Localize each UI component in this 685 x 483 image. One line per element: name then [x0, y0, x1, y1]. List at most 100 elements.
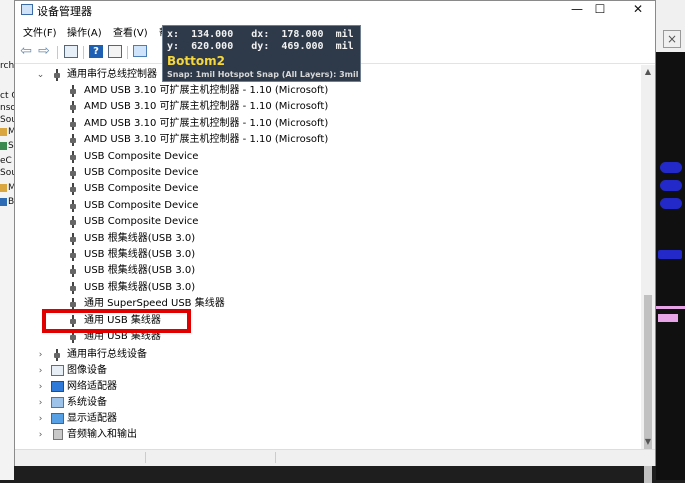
tree-category-usb-devices[interactable]: › 通用串行总线设备: [15, 347, 635, 363]
close-button[interactable]: ✕: [616, 1, 660, 18]
tree-category-label: 通用串行总线控制器: [67, 69, 157, 80]
usb-device-icon: [70, 281, 76, 294]
usb-device-icon: [70, 331, 76, 343]
pcb-coordinate-tooltip: x: 134.000 dx: 178.000 mil y: 620.000 dy…: [162, 25, 361, 82]
device-row[interactable]: USB 根集线器(USB 3.0): [15, 263, 635, 279]
background-text: eC: [0, 156, 12, 166]
tree-category-imaging[interactable]: › 图像设备: [15, 363, 635, 379]
device-label: AMD USB 3.10 可扩展主机控制器 - 1.10 (Microsoft): [84, 101, 329, 113]
device-label: USB 根集线器(USB 3.0): [84, 265, 196, 277]
collapse-chevron-icon[interactable]: ⌄: [36, 70, 45, 80]
device-label: USB Composite Device: [84, 199, 199, 211]
expand-chevron-icon[interactable]: ›: [36, 350, 45, 360]
device-label: USB 根集线器(USB 3.0): [84, 281, 196, 293]
usb-device-icon: [70, 314, 76, 327]
device-manager-icon: [21, 4, 33, 15]
usb-device-icon: [70, 232, 76, 245]
expand-chevron-icon[interactable]: ›: [36, 414, 45, 424]
expand-chevron-icon[interactable]: ›: [36, 430, 45, 440]
toolbar-separator: [127, 46, 128, 59]
menu-action[interactable]: 操作(A): [67, 24, 102, 39]
device-label: USB Composite Device: [84, 183, 199, 195]
back-arrow-icon[interactable]: ⇦: [19, 44, 33, 58]
tree-category-display[interactable]: › 显示适配器: [15, 411, 635, 427]
window-title: 设备管理器: [37, 5, 92, 18]
tree-category-label: 网络适配器: [67, 381, 117, 392]
usb-device-icon: [70, 183, 76, 196]
device-row[interactable]: AMD USB 3.10 可扩展主机控制器 - 1.10 (Microsoft): [15, 83, 635, 99]
toolbar-separator: [57, 46, 58, 59]
device-label: AMD USB 3.10 可扩展主机控制器 - 1.10 (Microsoft): [84, 85, 329, 96]
expand-chevron-icon[interactable]: ›: [36, 382, 45, 392]
usb-device-icon: [70, 265, 76, 278]
help-icon[interactable]: ?: [89, 45, 103, 58]
close-icon: ×: [663, 30, 681, 48]
snap-info: Snap: 1mil Hotspot Snap (All Layers): 3m…: [167, 70, 359, 79]
network-adapter-icon: [51, 381, 64, 392]
scroll-down-icon[interactable]: ▼: [641, 435, 655, 449]
device-row[interactable]: AMD USB 3.10 可扩展主机控制器 - 1.10 (Microsoft): [15, 116, 635, 132]
usb-device-icon: [70, 101, 76, 114]
background-app-right: ×: [656, 0, 685, 480]
device-row[interactable]: USB Composite Device: [15, 149, 635, 165]
device-label: AMD USB 3.10 可扩展主机控制器 - 1.10 (Microsoft): [84, 117, 329, 129]
tree-category-audio[interactable]: › 音频输入和输出: [15, 427, 635, 443]
device-label: 通用 USB 集线器: [84, 314, 161, 326]
device-row[interactable]: 通用 SuperSpeed USB 集线器: [15, 296, 635, 312]
device-label: USB Composite Device: [84, 216, 199, 228]
device-row[interactable]: USB 根集线器(USB 3.0): [15, 247, 635, 263]
folder-icon: [0, 184, 7, 192]
device-label: USB Composite Device: [84, 167, 199, 178]
device-row[interactable]: USB 根集线器(USB 3.0): [15, 280, 635, 296]
pcb-pad: [660, 162, 682, 173]
tree-category-label: 显示适配器: [67, 413, 117, 424]
pcb-canvas: [656, 52, 685, 480]
title-bar[interactable]: 设备管理器 — ☐ ✕: [15, 1, 655, 18]
cursor-y-readout: y: 620.000 dy: 469.000 mil: [167, 41, 354, 52]
device-row[interactable]: AMD USB 3.10 可扩展主机控制器 - 1.10 (Microsoft): [15, 132, 635, 148]
usb-device-icon: [70, 298, 76, 311]
device-row[interactable]: AMD USB 3.10 可扩展主机控制器 - 1.10 (Microsoft): [15, 99, 635, 115]
properties-icon[interactable]: [108, 45, 122, 58]
folder-icon: [0, 142, 7, 150]
show-hide-console-tree-icon[interactable]: [64, 45, 78, 58]
device-row[interactable]: USB 根集线器(USB 3.0): [15, 231, 635, 247]
usb-device-icon: [70, 134, 76, 147]
device-row[interactable]: 通用 USB 集线器: [15, 313, 635, 329]
scan-hardware-icon[interactable]: [133, 45, 147, 57]
scroll-up-icon[interactable]: ▲: [641, 65, 655, 79]
usb-device-icon: [70, 199, 76, 212]
device-label: USB Composite Device: [84, 150, 199, 162]
vertical-scrollbar[interactable]: ▲ ▼: [641, 65, 655, 483]
status-bar: [15, 449, 655, 466]
usb-device-icon: [70, 150, 76, 163]
device-label: USB 根集线器(USB 3.0): [84, 232, 196, 244]
device-row[interactable]: USB Composite Device: [15, 165, 635, 181]
expand-chevron-icon[interactable]: ›: [36, 398, 45, 408]
tree-category-network[interactable]: › 网络适配器: [15, 379, 635, 395]
status-cell: [15, 452, 146, 463]
usb-device-icon: [70, 117, 76, 130]
speaker-icon: [53, 429, 63, 440]
device-row[interactable]: USB Composite Device: [15, 214, 635, 230]
device-row[interactable]: 通用 USB 集线器: [15, 329, 635, 345]
pcb-pad: [660, 180, 682, 191]
status-cell: [145, 452, 276, 463]
background-text: rch: [0, 61, 15, 71]
pcb-pad: [658, 314, 678, 322]
usb-device-icon: [70, 167, 76, 179]
device-row[interactable]: USB Composite Device: [15, 181, 635, 197]
usb-device-icon: [70, 249, 76, 261]
tree-category-system[interactable]: › 系统设备: [15, 395, 635, 411]
menu-view[interactable]: 查看(V): [113, 24, 148, 39]
expand-chevron-icon[interactable]: ›: [36, 366, 45, 376]
pcb-pad: [660, 198, 682, 209]
background-text: S: [8, 141, 14, 151]
toolbar-separator: [83, 46, 84, 59]
background-toolbar: ×: [656, 0, 685, 52]
device-row[interactable]: USB Composite Device: [15, 198, 635, 214]
menu-file[interactable]: 文件(F): [23, 24, 57, 39]
tree-category-label: 图像设备: [67, 365, 107, 376]
device-label: USB 根集线器(USB 3.0): [84, 249, 196, 260]
forward-arrow-icon[interactable]: ⇨: [37, 44, 51, 58]
